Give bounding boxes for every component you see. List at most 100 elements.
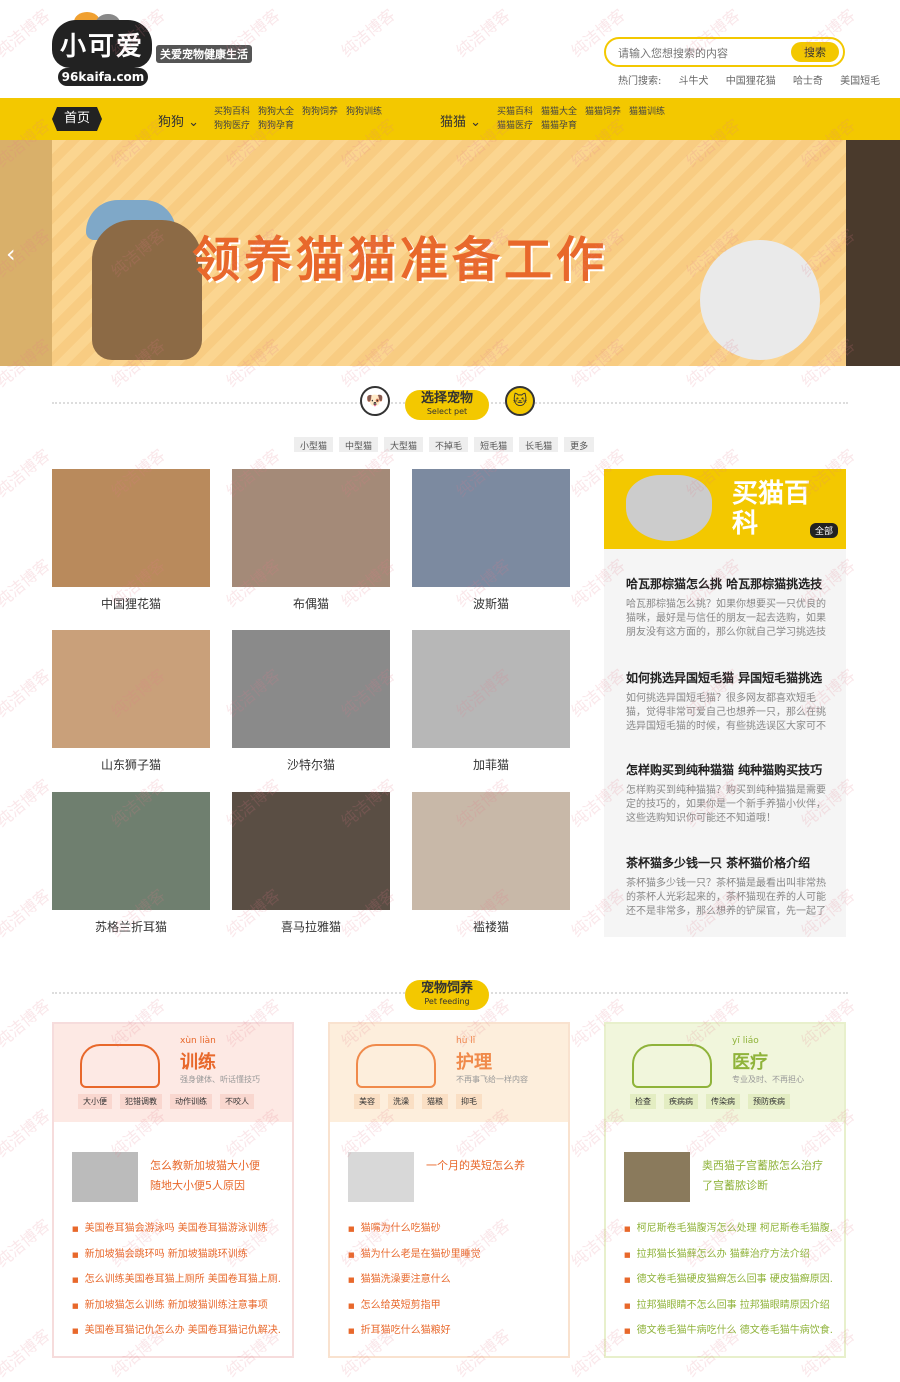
sidebar-all-link[interactable]: 全部: [809, 523, 838, 538]
box-title: 护理: [456, 1052, 492, 1073]
cat-card[interactable]: 布偶猫: [232, 469, 390, 621]
chevron-left-icon[interactable]: ‹: [6, 240, 16, 268]
list-item[interactable]: 美国卷耳猫会游泳吗 美国卷耳猫游泳训练: [72, 1216, 282, 1242]
filter-tag[interactable]: 长毛猫: [519, 437, 559, 452]
box-tag[interactable]: 大小便: [78, 1094, 112, 1109]
watermark: 纯洁博客: [0, 1215, 54, 1272]
featured-article[interactable]: 怎么教新加坡猫大小便 随地大小便5人原因: [72, 1152, 277, 1204]
search-input[interactable]: [618, 44, 788, 62]
search-button[interactable]: 搜索: [791, 42, 839, 62]
nav-link[interactable]: 猫猫饲养: [585, 105, 621, 119]
cat-card[interactable]: 山东狮子猫: [52, 630, 210, 782]
box-tag[interactable]: 传染病: [706, 1094, 740, 1109]
nav-cat-menu[interactable]: 猫猫 ⌄: [440, 111, 481, 130]
list-item[interactable]: 新加坡猫怎么训练 新加坡猫训练注意事项: [72, 1293, 282, 1319]
nav-dog-menu[interactable]: 狗狗 ⌄: [158, 111, 199, 130]
nav-link[interactable]: 狗狗医疗: [214, 119, 250, 133]
hot-search-item[interactable]: 哈士奇: [793, 76, 823, 87]
nav-link[interactable]: 狗狗训练: [346, 105, 382, 119]
site-logo[interactable]: 小可爱 96kaifa.com: [52, 12, 152, 88]
filter-tag[interactable]: 不掉毛: [429, 437, 469, 452]
hot-search-item[interactable]: 美国短毛: [840, 76, 880, 87]
box-tag[interactable]: 洗澡: [388, 1094, 414, 1109]
cat-photo: [232, 469, 390, 587]
nav-link[interactable]: 买猫百科: [497, 105, 533, 119]
filter-tag[interactable]: 短毛猫: [474, 437, 514, 452]
hot-search-item[interactable]: 中国狸花猫: [726, 76, 776, 87]
list-item[interactable]: 猫嘴为什么吃猫砂: [348, 1216, 558, 1242]
box-tag[interactable]: 犯错调教: [120, 1094, 162, 1109]
cat-card[interactable]: 苏格兰折耳猫: [52, 792, 210, 944]
cat-name: 褴褛猫: [472, 920, 509, 934]
nav-link[interactable]: 狗狗大全: [258, 105, 294, 119]
filter-tag[interactable]: 大型猫: [384, 437, 424, 452]
list-item[interactable]: 怎么给英短剪指甲: [348, 1293, 558, 1319]
banner-next-slide: [846, 140, 900, 366]
sidebar-title: 买猫百科: [732, 479, 811, 539]
cat-photo: [412, 792, 570, 910]
box-tag[interactable]: 不咬人: [220, 1094, 254, 1109]
box-tag[interactable]: 猫粮: [422, 1094, 448, 1109]
featured-article[interactable]: 一个月的英短怎么养: [348, 1152, 553, 1204]
slogan: 关爱宠物健康生活: [156, 45, 252, 63]
article-thumbnail: [348, 1152, 414, 1202]
sidebar-article[interactable]: 如何挑选异国短毛猫 异国短毛猫挑选 如何挑选异国短毛猫？很多网友都喜欢短毛猫，觉得…: [626, 669, 826, 734]
nav-link[interactable]: 猫猫训练: [629, 105, 665, 119]
cat-card[interactable]: 加菲猫: [412, 630, 570, 782]
sidebar-header: 买猫百科 全部: [604, 469, 846, 549]
list-item[interactable]: 拉邦猫长猫藓怎么办 猫藓治疗方法介绍: [624, 1242, 834, 1268]
nav-link[interactable]: 猫猫孕育: [541, 119, 577, 133]
cat-card[interactable]: 沙特尔猫: [232, 630, 390, 782]
cat-card[interactable]: 中国狸花猫: [52, 469, 210, 621]
list-item[interactable]: 美国卷耳猫记仇怎么办 美国卷耳猫记仇解决...: [72, 1318, 282, 1344]
article-list: 美国卷耳猫会游泳吗 美国卷耳猫游泳训练新加坡猫会跳环吗 新加坡猫跳环训练怎么训练…: [72, 1216, 282, 1344]
cat-photo: [232, 792, 390, 910]
list-item[interactable]: 德文卷毛猫硬皮猫癣怎么回事 硬皮猫癣原因...: [624, 1267, 834, 1293]
filter-tag[interactable]: 小型猫: [294, 437, 334, 452]
list-item[interactable]: 新加坡猫会跳环吗 新加坡猫跳环训练: [72, 1242, 282, 1268]
list-item[interactable]: 柯尼斯卷毛猫腹泻怎么处理 柯尼斯卷毛猫腹...: [624, 1216, 834, 1242]
box-tag[interactable]: 美容: [354, 1094, 380, 1109]
training-box: xùn liàn 训练 强身健体、听话懂技巧 大小便 犯错调教 动作训练 不咬人 怎么…: [52, 1022, 294, 1358]
cat-card[interactable]: 波斯猫: [412, 469, 570, 621]
box-tag[interactable]: 抑毛: [456, 1094, 482, 1109]
nav-link[interactable]: 狗狗饲养: [302, 105, 338, 119]
cat-card[interactable]: 褴褛猫: [412, 792, 570, 944]
cat-card[interactable]: 喜马拉雅猫: [232, 792, 390, 944]
list-item[interactable]: 德文卷毛猫牛病吃什么 德文卷毛猫牛病饮食...: [624, 1318, 834, 1344]
sidebar-article[interactable]: 怎样购买到纯种猫猫 纯种猫购买技巧 怎样购买到纯种猫猫？购买到纯种猫猫是需要定的技…: [626, 761, 826, 826]
featured-article[interactable]: 奥西猫子宫蓄脓怎么治疗 了宫蓄脓诊断: [624, 1152, 829, 1204]
list-item[interactable]: 折耳猫吃什么猫粮好: [348, 1318, 558, 1344]
nav-home[interactable]: 首页: [52, 107, 102, 131]
dog-icon[interactable]: 🐶: [360, 386, 390, 416]
list-item[interactable]: 猫猫洗澡要注意什么: [348, 1267, 558, 1293]
nav-link[interactable]: 狗狗孕育: [258, 119, 294, 133]
filter-tag[interactable]: 中型猫: [339, 437, 379, 452]
box-tag[interactable]: 预防疾病: [748, 1094, 790, 1109]
list-item[interactable]: 猫为什么老是在猫砂里睡觉: [348, 1242, 558, 1268]
box-tag[interactable]: 动作训练: [170, 1094, 212, 1109]
nav-link[interactable]: 猫猫大全: [541, 105, 577, 119]
list-item[interactable]: 拉邦猫眼睛不怎么回事 拉邦猫眼睛原因介绍: [624, 1293, 834, 1319]
cat-name: 中国狸花猫: [100, 597, 161, 611]
sidebar-article[interactable]: 茶杯猫多少钱一只 茶杯猫价格介绍 茶杯猫多少钱一只？茶杯猫是最看出叫非常热的茶杯人…: [626, 854, 826, 919]
cat-name: 加菲猫: [472, 758, 509, 772]
cat-name: 波斯猫: [472, 597, 509, 611]
filter-tag[interactable]: 更多: [564, 437, 595, 452]
hot-search-item[interactable]: 斗牛犬: [679, 76, 709, 87]
cat-photo: [412, 630, 570, 748]
nav-link[interactable]: 猫猫医疗: [497, 119, 533, 133]
box-tag[interactable]: 检查: [630, 1094, 656, 1109]
list-item[interactable]: 怎么训练美国卷耳猫上厕所 美国卷耳猫上厕...: [72, 1267, 282, 1293]
article-thumbnail: [624, 1152, 690, 1202]
nav-link[interactable]: 买狗百科: [214, 105, 250, 119]
cat-photo: [232, 630, 390, 748]
cat-medical-icon: [632, 1044, 712, 1088]
box-tag[interactable]: 疾病病: [664, 1094, 698, 1109]
cat-icon[interactable]: 🐱: [505, 386, 535, 416]
cat-training-icon: [80, 1044, 160, 1088]
article-thumbnail: [72, 1152, 138, 1202]
banner-carousel[interactable]: 领养猫猫准备工作 ‹: [0, 140, 900, 366]
cat-photo: [52, 792, 210, 910]
sidebar-article[interactable]: 哈瓦那棕猫怎么挑 哈瓦那棕猫挑选技 哈瓦那棕猫怎么挑？如果你想要买一只优良的猫咪，…: [626, 575, 826, 640]
